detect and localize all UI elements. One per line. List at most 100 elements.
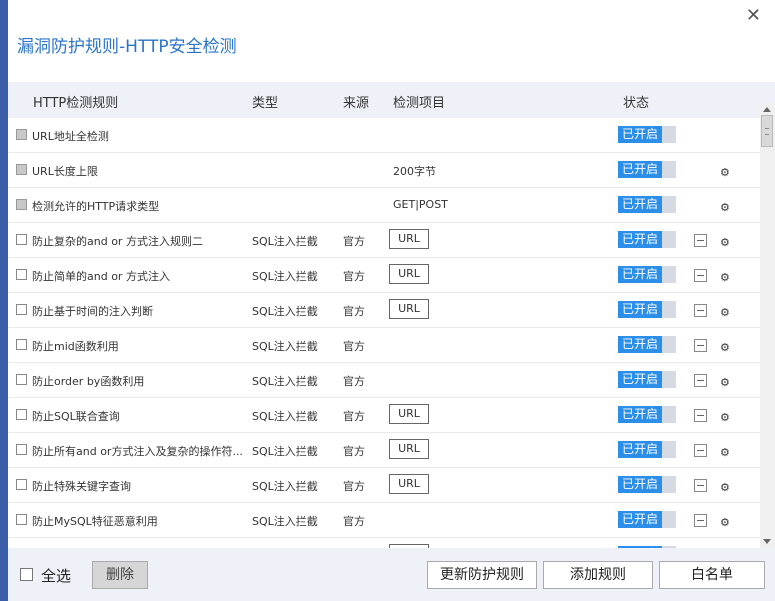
status-toggle[interactable]: 已开启 — [618, 266, 676, 283]
status-toggle[interactable]: 已开启 — [618, 161, 676, 178]
collapse-icon[interactable] — [694, 339, 707, 352]
rule-source: 官方 — [343, 410, 365, 423]
select-all-checkbox[interactable] — [20, 568, 33, 581]
row-checkbox[interactable] — [16, 304, 27, 315]
collapse-icon[interactable] — [694, 479, 707, 492]
status-toggle[interactable]: 已开启 — [618, 196, 676, 213]
status-toggle[interactable]: 已开启 — [618, 441, 676, 458]
header-type[interactable]: 类型 — [252, 92, 278, 111]
scroll-down-icon[interactable] — [763, 539, 771, 544]
header-source[interactable]: 来源 — [343, 92, 369, 111]
delete-button[interactable]: 删除 — [92, 561, 148, 589]
collapse-icon[interactable] — [694, 514, 707, 527]
collapse-icon[interactable] — [694, 269, 707, 282]
status-badge: 已开启 — [618, 336, 662, 353]
status-toggle[interactable]: 已开启 — [618, 406, 676, 423]
table-row[interactable]: 防止order by函数利用 SQL注入拦截 官方 已开启 ⚙ — [8, 363, 760, 398]
status-toggle[interactable]: 已开启 — [618, 371, 676, 388]
status-badge: 已开启 — [618, 371, 662, 388]
rule-type: SQL注入拦截 — [252, 375, 318, 388]
table-header: HTTP检测规则 类型 来源 检测项目 状态 — [8, 82, 775, 118]
gear-icon[interactable]: ⚙ — [720, 408, 730, 428]
table-row[interactable]: 防止MySQL特征恶意利用 SQL注入拦截 官方 已开启 ⚙ — [8, 503, 760, 538]
collapse-icon[interactable] — [694, 444, 707, 457]
row-checkbox[interactable] — [16, 234, 27, 245]
dialog-title: 漏洞防护规则-HTTP安全检测 — [17, 37, 237, 57]
gear-icon[interactable]: ⚙ — [720, 268, 730, 288]
status-badge: 已开启 — [618, 196, 662, 213]
rule-name: 防止MySQL特征恶意利用 — [32, 515, 158, 528]
select-all-label[interactable]: 全选 — [41, 565, 71, 586]
table-row[interactable]: 防止复杂的and or 方式注入规则二 SQL注入拦截 官方 URL 已开启 ⚙ — [8, 223, 760, 258]
row-checkbox — [16, 129, 27, 140]
check-item: 200字节 — [393, 165, 436, 178]
table-row[interactable]: URL地址全检测 已开启 — [8, 118, 760, 153]
status-badge: 已开启 — [618, 266, 662, 283]
rule-type: SQL注入拦截 — [252, 480, 318, 493]
gear-icon[interactable]: ⚙ — [720, 338, 730, 358]
rule-name: 防止基于时间的注入判断 — [32, 305, 153, 318]
rule-name: 防止复杂的and or 方式注入规则二 — [32, 235, 203, 248]
row-checkbox[interactable] — [16, 514, 27, 525]
header-rule-name[interactable]: HTTP检测规则 — [33, 92, 118, 111]
footer-bar: 全选 删除 更新防护规则 添加规则 白名单 — [8, 548, 775, 601]
rule-type: SQL注入拦截 — [252, 515, 318, 528]
status-toggle[interactable]: 已开启 — [618, 476, 676, 493]
status-toggle[interactable]: 已开启 — [618, 231, 676, 248]
table-row[interactable]: 防止简单的and or 方式注入 SQL注入拦截 官方 URL 已开启 ⚙ — [8, 258, 760, 293]
row-checkbox[interactable] — [16, 444, 27, 455]
table-row[interactable]: URL长度上限 200字节 已开启 ⚙ — [8, 153, 760, 188]
add-rule-button[interactable]: 添加规则 — [543, 561, 653, 589]
status-toggle[interactable]: 已开启 — [618, 336, 676, 353]
gear-icon[interactable]: ⚙ — [720, 443, 730, 463]
status-badge: 已开启 — [618, 231, 662, 248]
row-checkbox[interactable] — [16, 409, 27, 420]
collapse-icon[interactable] — [694, 374, 707, 387]
header-check-item[interactable]: 检测项目 — [393, 92, 445, 111]
rule-source: 官方 — [343, 375, 365, 388]
rule-source: 官方 — [343, 480, 365, 493]
scroll-up-icon[interactable] — [763, 107, 771, 112]
gear-icon[interactable]: ⚙ — [720, 303, 730, 323]
vertical-scrollbar[interactable] — [760, 103, 775, 548]
whitelist-button[interactable]: 白名单 — [659, 561, 765, 589]
update-rules-button[interactable]: 更新防护规则 — [427, 561, 537, 589]
rule-name: 防止SQL联合查询 — [32, 410, 120, 423]
row-checkbox[interactable] — [16, 339, 27, 350]
rule-source: 官方 — [343, 515, 365, 528]
table-row[interactable]: 防止mid函数利用 SQL注入拦截 官方 已开启 ⚙ — [8, 328, 760, 363]
status-toggle[interactable]: 已开启 — [618, 126, 676, 143]
status-toggle[interactable]: 已开启 — [618, 511, 676, 528]
gear-icon[interactable]: ⚙ — [720, 198, 730, 218]
row-checkbox — [16, 164, 27, 175]
status-badge: 已开启 — [618, 406, 662, 423]
status-toggle[interactable]: 已开启 — [618, 301, 676, 318]
table-row[interactable]: 防止基于时间的注入判断 SQL注入拦截 官方 URL 已开启 ⚙ — [8, 293, 760, 328]
header-status[interactable]: 状态 — [623, 92, 649, 111]
scroll-thumb[interactable] — [761, 115, 773, 147]
rule-name: 防止简单的and or 方式注入 — [32, 270, 170, 283]
gear-icon[interactable]: ⚙ — [720, 513, 730, 533]
collapse-icon[interactable] — [694, 409, 707, 422]
gear-icon[interactable]: ⚙ — [720, 373, 730, 393]
table-row[interactable]: 检测允许的HTTP请求类型 GET|POST 已开启 ⚙ — [8, 188, 760, 223]
url-tag: URL — [389, 404, 429, 424]
table-row[interactable]: 防止创建表和删除函数SQL注入拦截官方URL已开启⚙ — [8, 538, 760, 548]
status-badge: 已开启 — [618, 441, 662, 458]
row-checkbox[interactable] — [16, 269, 27, 280]
gear-icon[interactable]: ⚙ — [720, 163, 730, 183]
rule-type: SQL注入拦截 — [252, 235, 318, 248]
rule-table-body: URL地址全检测 已开启 URL长度上限 200字节 已开启 ⚙ 检测允许的HTTP请求类型… — [8, 118, 760, 548]
dialog-window: ✕ 漏洞防护规则-HTTP安全检测 HTTP检测规则 类型 来源 检测项目 状态… — [8, 0, 775, 601]
collapse-icon[interactable] — [694, 304, 707, 317]
close-icon[interactable]: ✕ — [746, 6, 761, 26]
table-row[interactable]: 防止SQL联合查询 SQL注入拦截 官方 URL 已开启 ⚙ — [8, 398, 760, 433]
row-checkbox[interactable] — [16, 479, 27, 490]
row-checkbox[interactable] — [16, 374, 27, 385]
collapse-icon[interactable] — [694, 234, 707, 247]
gear-icon[interactable]: ⚙ — [720, 478, 730, 498]
rule-name: URL长度上限 — [32, 165, 98, 178]
table-row[interactable]: 防止所有and or方式注入及复杂的操作符... SQL注入拦截 官方 URL 已开启 ⚙ — [8, 433, 760, 468]
gear-icon[interactable]: ⚙ — [720, 233, 730, 253]
table-row[interactable]: 防止特殊关键字查询 SQL注入拦截 官方 URL 已开启 ⚙ — [8, 468, 760, 503]
